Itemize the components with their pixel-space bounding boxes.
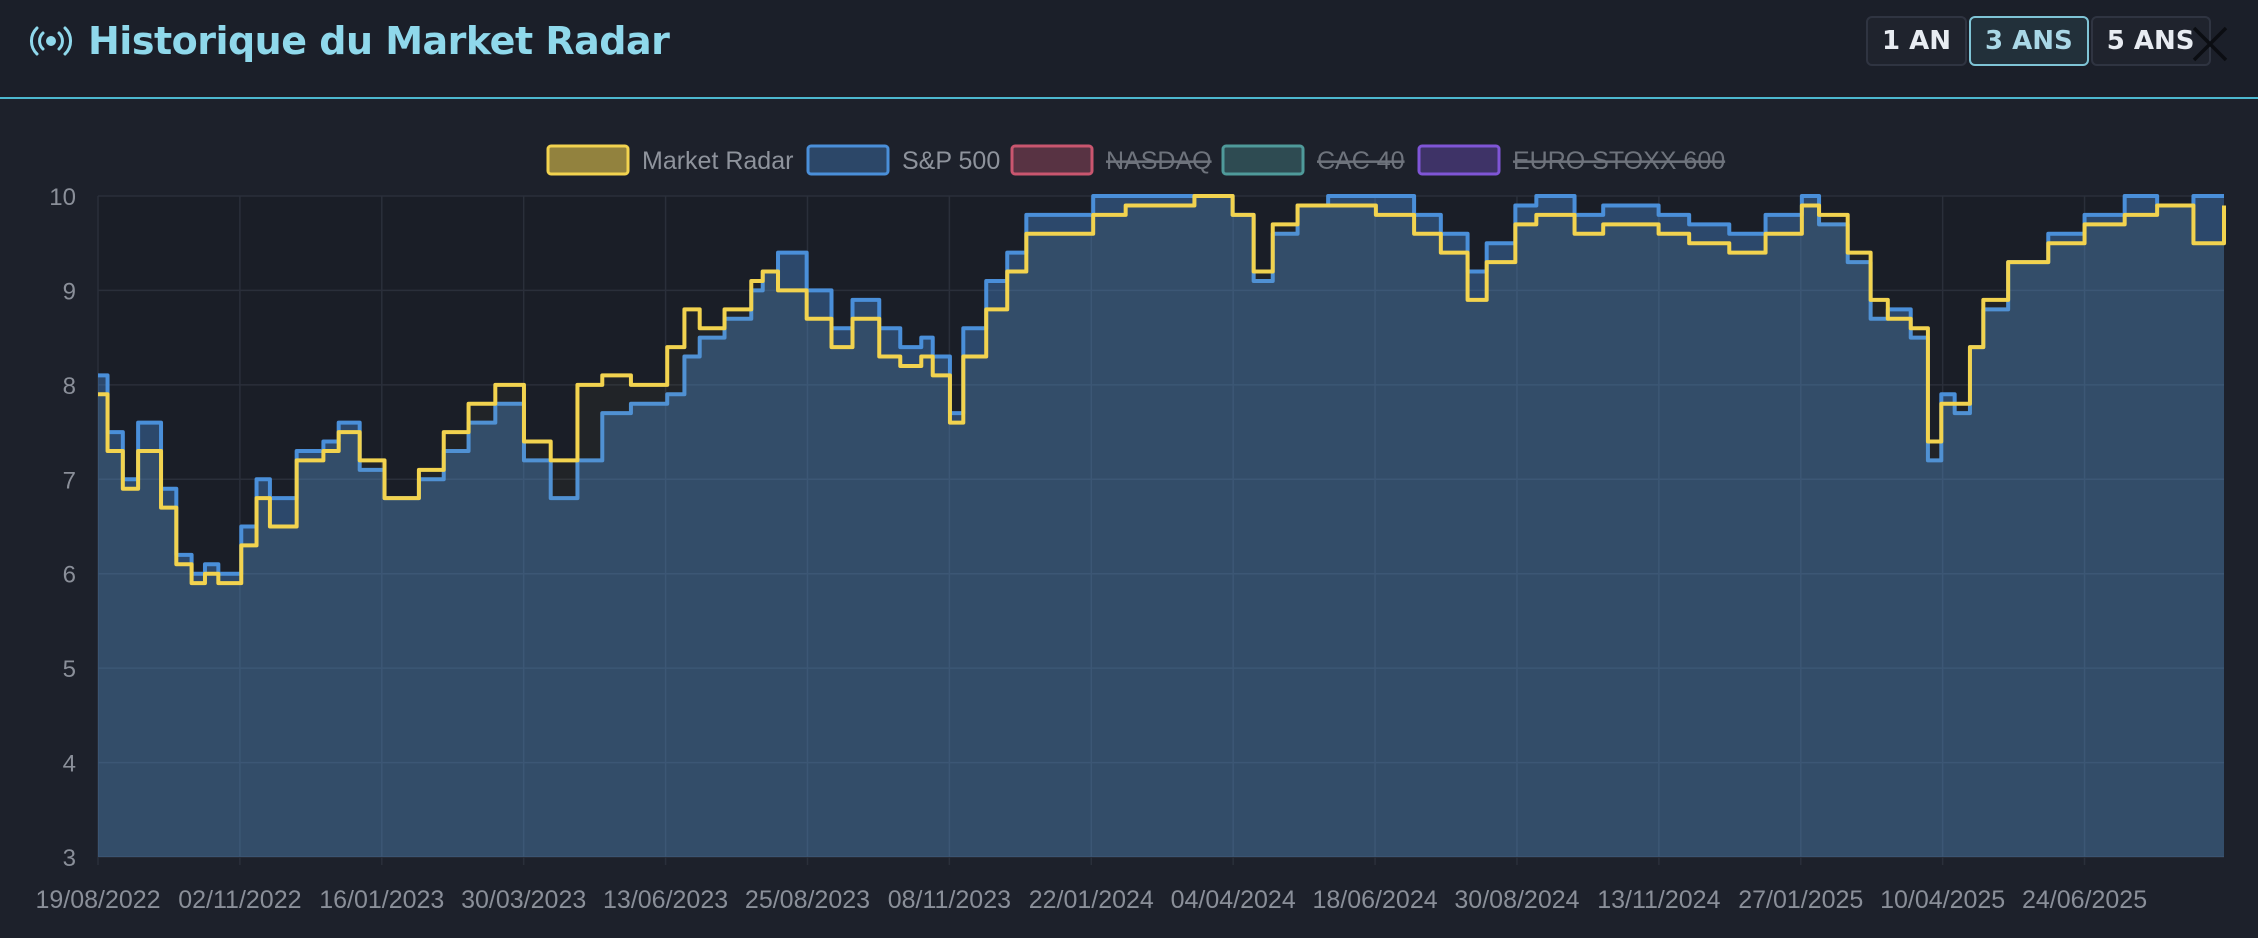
x-tick-label: 27/01/2025 [1738,886,1863,914]
y-tick-label: 5 [63,656,76,683]
legend-label: Market Radar [642,147,793,175]
page-title: Historique du Market Radar [88,19,670,63]
legend-swatch [1010,144,1094,176]
y-tick-label: 3 [63,845,76,872]
legend-item-euro-stoxx-600[interactable]: EURO STOXX 600 [1417,144,1725,176]
legend-item-market-radar[interactable]: Market Radar [546,144,793,176]
chart-legend: Market Radar S&P 500 NASDAQ CAC 40 EURO STOX… [546,144,1725,176]
legend-item-cac-40[interactable]: CAC 40 [1221,144,1405,176]
market-radar-chart: 3 4 5 6 7 8 9 10 19/08/2022 02/11/2022 16/01/2023 3… [35,144,2226,914]
legend-swatch [546,144,630,176]
period-3-years-button[interactable]: 3 ANS [1969,16,2089,66]
y-tick-label: 4 [63,751,76,778]
y-tick-label: 8 [63,373,76,400]
x-tick-label: 13/06/2023 [603,886,728,914]
x-tick-label: 25/08/2023 [745,886,870,914]
legend-swatch [1221,144,1305,176]
x-tick-label: 30/03/2023 [461,886,586,914]
x-tick-label: 16/01/2023 [319,886,444,914]
x-tick-label: 18/06/2024 [1313,886,1438,914]
title-group: Historique du Market Radar [28,18,670,64]
y-tick-label: 9 [63,278,76,305]
legend-label: NASDAQ [1106,147,1212,175]
x-tick-label: 08/11/2023 [888,886,1011,914]
modal-header: Historique du Market Radar 1 AN 3 ANS 5 … [0,0,2258,99]
legend-swatch [806,144,890,176]
radio-signal-icon [30,26,72,56]
x-tick-label: 22/01/2024 [1029,886,1154,914]
x-tick-label: 19/08/2022 [35,886,160,914]
legend-label: CAC 40 [1317,147,1405,175]
y-tick-label: 6 [63,562,76,589]
x-tick-label: 10/04/2025 [1880,886,2005,914]
x-tick-label: 04/04/2024 [1171,886,1296,914]
period-1-year-button[interactable]: 1 AN [1866,16,1968,66]
legend-label: S&P 500 [902,147,1000,175]
close-icon[interactable] [2190,24,2230,64]
legend-label: EURO STOXX 600 [1513,147,1725,175]
y-tick-label: 10 [49,184,76,211]
x-tick-label: 30/08/2024 [1454,886,1579,914]
period-selector: 1 AN 3 ANS 5 ANS [1866,16,2213,66]
legend-item-nasdaq[interactable]: NASDAQ [1010,144,1212,176]
x-tick-label: 02/11/2022 [178,886,301,914]
y-tick-label: 7 [63,467,76,494]
legend-item-s-p-500[interactable]: S&P 500 [806,144,1000,176]
x-tick-label: 24/06/2025 [2022,886,2147,914]
legend-swatch [1417,144,1501,176]
x-tick-label: 13/11/2024 [1597,886,1720,914]
